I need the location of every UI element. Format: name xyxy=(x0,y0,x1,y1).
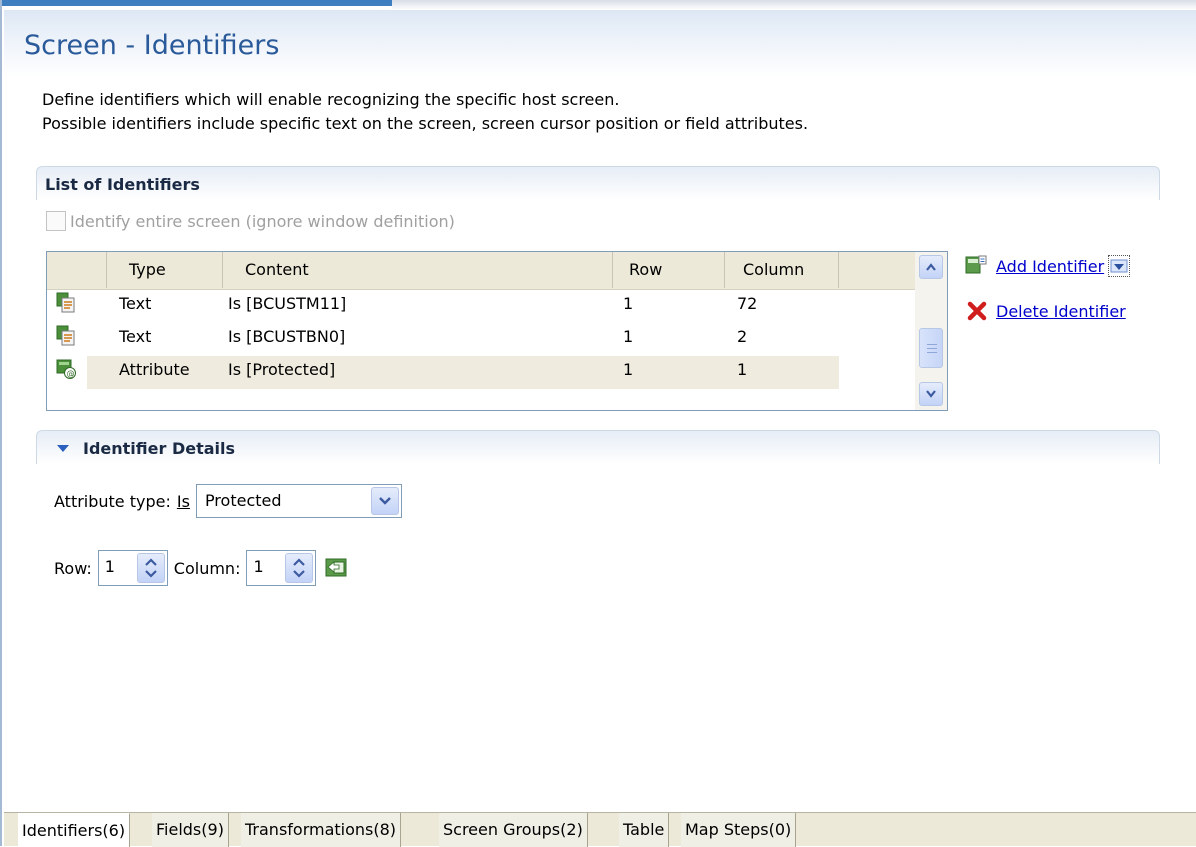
position-row: Row: 1 Column: 1 xyxy=(54,550,348,586)
add-identifier-action[interactable]: Add Identifier xyxy=(964,254,1131,278)
tab-screen-groups[interactable]: Screen Groups(2) xyxy=(439,813,588,847)
column-header-column[interactable]: Column xyxy=(725,252,839,288)
dropdown-arrow-button[interactable] xyxy=(370,487,399,515)
cell-column: 1 xyxy=(737,360,748,379)
text-identifier-icon xyxy=(55,292,77,314)
row-spinner-buttons[interactable] xyxy=(136,553,165,583)
identifier-details-section-header[interactable]: Identifier Details xyxy=(36,430,1160,464)
editor-tab-strip xyxy=(2,0,1196,10)
delete-identifier-link[interactable]: Delete Identifier xyxy=(996,302,1126,321)
row-label: Row: xyxy=(54,558,92,578)
column-header-row[interactable]: Row xyxy=(613,252,725,288)
editor-tabs-bar: Identifiers(6) Fields(9) Transformations… xyxy=(4,812,1196,847)
cell-row: 1 xyxy=(623,360,634,379)
attribute-type-row: Attribute type: Is Protected xyxy=(54,484,402,518)
tab-identifiers[interactable]: Identifiers(6) xyxy=(18,813,131,847)
chevron-down-icon xyxy=(926,390,936,398)
row-value[interactable]: 1 xyxy=(105,557,115,576)
attribute-type-value: Protected xyxy=(204,491,282,510)
cell-row: 1 xyxy=(623,294,634,313)
attribute-type-select[interactable]: Protected xyxy=(195,484,402,518)
identifiers-table[interactable]: Type Content Row Column Text Is [BCUSTM1… xyxy=(46,251,948,411)
chevron-up-icon xyxy=(926,263,936,271)
column-value[interactable]: 1 xyxy=(253,557,263,576)
list-of-identifiers-section-header: List of Identifiers xyxy=(36,166,1160,200)
cell-column: 2 xyxy=(737,327,748,346)
column-spinner[interactable]: 1 xyxy=(246,550,317,586)
cell-type: Text xyxy=(119,294,152,313)
column-header-type[interactable]: Type xyxy=(107,252,223,288)
cell-content: Is [Protected] xyxy=(228,360,336,379)
scroll-down-button[interactable] xyxy=(919,382,943,406)
description-line-2: Possible identifiers include specific te… xyxy=(42,114,809,133)
attribute-identifier-icon: @ xyxy=(55,358,77,380)
cell-content: Is [BCUSTBN0] xyxy=(228,327,346,346)
chevron-down-icon xyxy=(1110,259,1128,273)
tab-fields[interactable]: Fields(9) xyxy=(152,813,229,847)
add-identifier-dropdown[interactable] xyxy=(1108,255,1131,277)
up-down-arrows-icon xyxy=(293,558,306,578)
expand-collapse-icon[interactable] xyxy=(57,445,69,452)
section-title: Identifier Details xyxy=(83,439,236,458)
scroll-thumb[interactable] xyxy=(919,328,943,368)
cell-row: 1 xyxy=(623,327,634,346)
delete-identifier-action[interactable]: Delete Identifier xyxy=(966,300,1126,322)
editor-page: Screen - Identifiers Define identifiers … xyxy=(0,0,1196,847)
column-header-content[interactable]: Content xyxy=(223,252,613,288)
get-cursor-position-button[interactable] xyxy=(324,556,348,580)
add-identifier-icon xyxy=(965,255,987,274)
cell-type: Attribute xyxy=(119,360,190,379)
cursor-position-icon xyxy=(325,558,347,577)
table-row-selected[interactable]: @ Attribute Is [Protected] 1 1 xyxy=(47,356,915,389)
up-down-arrows-icon xyxy=(145,558,157,578)
section-title: List of Identifiers xyxy=(45,175,200,194)
row-spinner[interactable]: 1 xyxy=(97,550,168,586)
tab-transformations[interactable]: Transformations(8) xyxy=(241,813,402,847)
table-row[interactable]: Text Is [BCUSTBN0] 1 2 xyxy=(47,323,915,356)
svg-text:@: @ xyxy=(67,369,75,378)
identify-entire-screen-checkbox[interactable]: Identify entire screen (ignore window de… xyxy=(46,210,455,232)
page-header: Screen - Identifiers xyxy=(4,10,1196,78)
column-label: Column: xyxy=(173,558,241,578)
checkbox-box[interactable] xyxy=(46,211,66,231)
operator-link[interactable]: Is xyxy=(177,492,190,511)
table-vertical-scrollbar[interactable] xyxy=(915,252,947,410)
table-row[interactable]: Text Is [BCUSTM11] 1 72 xyxy=(47,290,915,323)
text-identifier-icon xyxy=(55,325,77,347)
tab-map-steps[interactable]: Map Steps(0) xyxy=(681,813,797,847)
cell-column: 72 xyxy=(737,294,758,313)
column-header-icon xyxy=(47,252,107,288)
delete-icon xyxy=(967,301,987,321)
scroll-up-button[interactable] xyxy=(919,255,943,279)
cell-type: Text xyxy=(119,327,152,346)
chevron-down-icon xyxy=(379,497,391,505)
tab-table[interactable]: Table xyxy=(619,813,670,847)
add-identifier-link[interactable]: Add Identifier xyxy=(996,257,1104,276)
page-title: Screen - Identifiers xyxy=(24,30,280,61)
column-spinner-buttons[interactable] xyxy=(285,553,314,583)
table-header: Type Content Row Column xyxy=(47,252,915,290)
cell-content: Is [BCUSTM11] xyxy=(228,294,347,313)
description-line-1: Define identifiers which will enable rec… xyxy=(42,90,620,109)
checkbox-label: Identify entire screen (ignore window de… xyxy=(70,211,455,231)
attribute-type-label: Attribute type: xyxy=(54,491,171,511)
